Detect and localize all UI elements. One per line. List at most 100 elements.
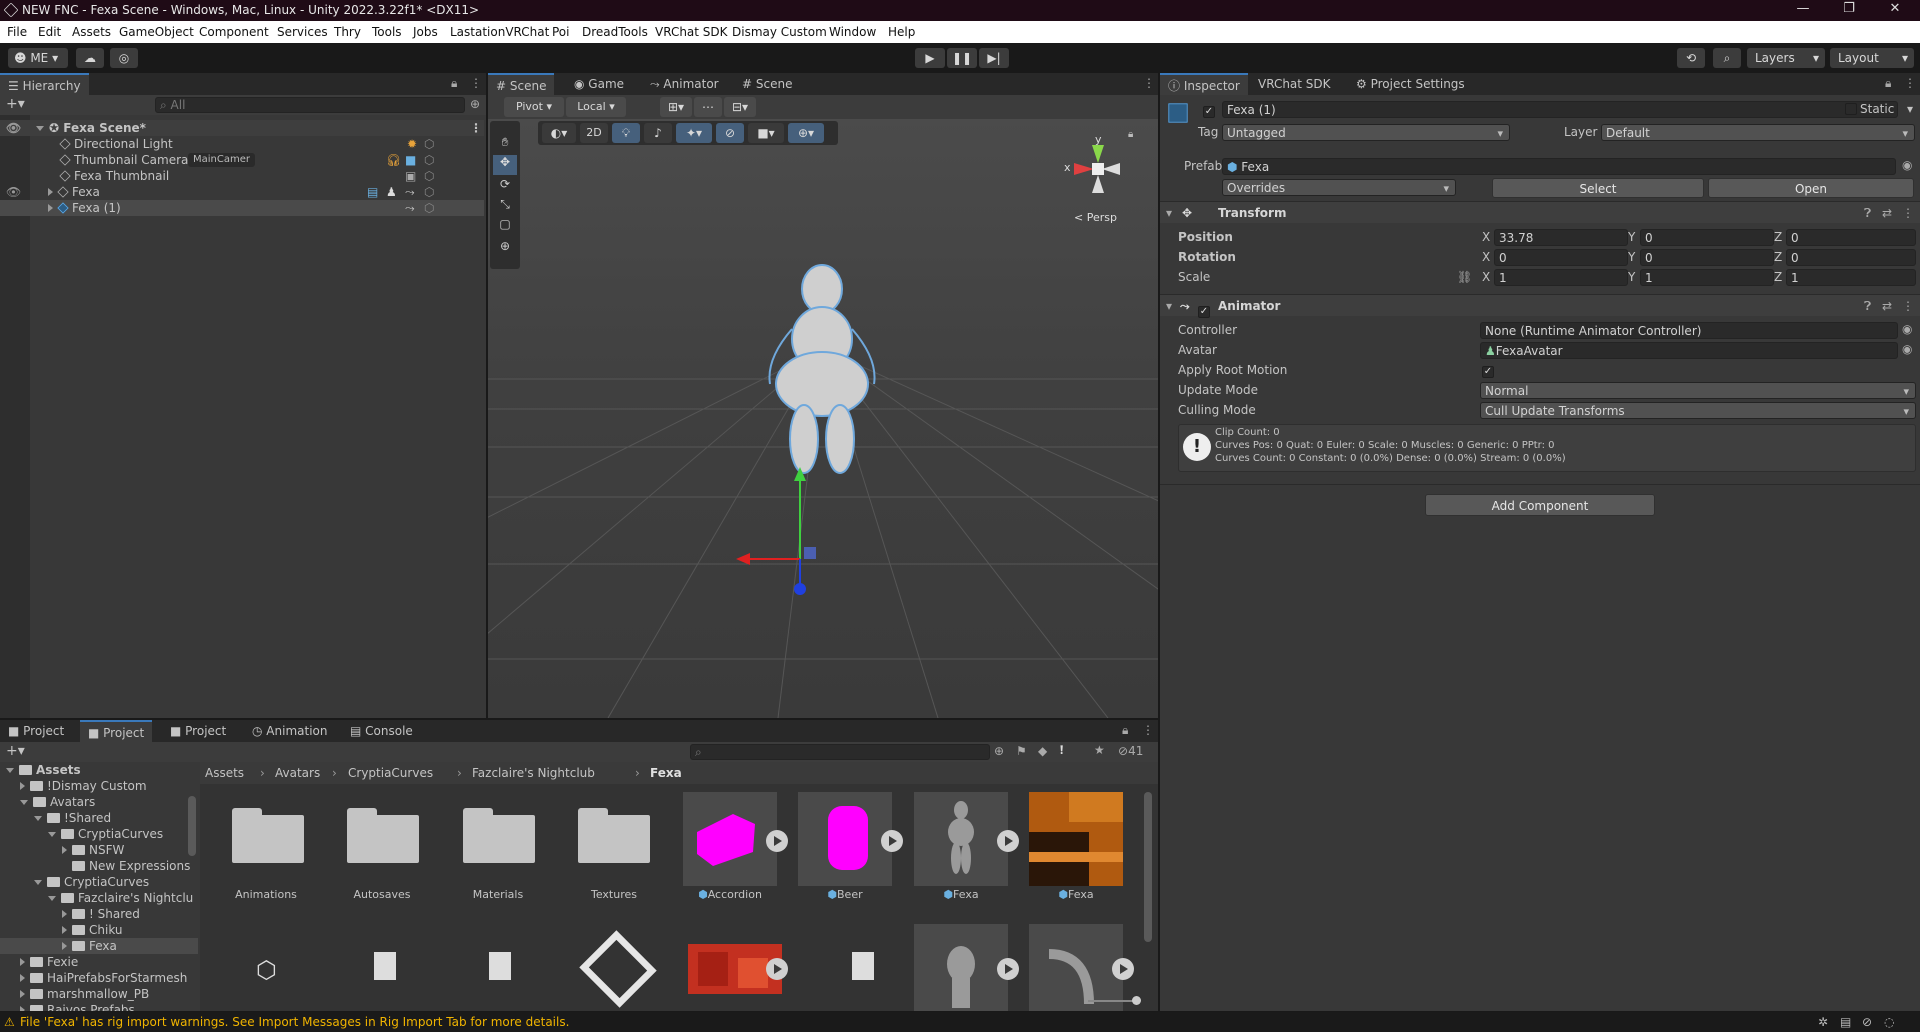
transform-tool-icon[interactable]: ⊕ [495, 239, 515, 257]
accordion-thumbnail[interactable] [683, 792, 777, 886]
pause-button[interactable]: ❚❚ [947, 48, 977, 68]
tree-item[interactable]: ! Shared [62, 906, 140, 922]
tree-item[interactable]: New Expressions [72, 858, 190, 874]
expand-arrow-icon[interactable] [62, 910, 67, 918]
layers-dropdown[interactable]: Layers ▾ [1747, 48, 1825, 68]
hand-tool-icon[interactable]: ✋︎ [495, 135, 515, 153]
tree-item[interactable]: HaiPrefabsForStarmesh [20, 970, 187, 986]
tree-item[interactable]: NSFW [62, 842, 124, 858]
tab-animator[interactable]: ⤳ Animator [642, 73, 727, 95]
animator-enabled-checkbox[interactable]: ✓ [1198, 299, 1210, 321]
help-icon[interactable]: ❓︎ [1864, 202, 1871, 224]
visibility-eye-icon[interactable]: 👁︎ [6, 120, 21, 136]
collab-icon[interactable]: ◎ [110, 48, 138, 68]
expand-arrow-icon[interactable] [48, 896, 56, 901]
tree-item[interactable]: CryptiaCurves [48, 826, 163, 842]
help-icon[interactable]: ❓︎ [1864, 295, 1871, 317]
static-checkbox[interactable] [1845, 103, 1857, 115]
hidden-packages-toggle[interactable]: ⊘41 [1118, 744, 1143, 758]
tab-project-settings[interactable]: ⚙ Project Settings [1348, 73, 1473, 95]
play-button[interactable]: ▶ [915, 48, 945, 68]
tab-scene[interactable]: # Scene [488, 73, 555, 95]
fexa-texture-thumbnail[interactable] [1029, 792, 1123, 886]
panel-menu-icon[interactable]: ⋮ [1143, 76, 1155, 90]
move-gizmo[interactable] [728, 459, 848, 599]
expand-arrow-icon[interactable] [20, 974, 25, 982]
position-y-field[interactable]: 0 [1640, 229, 1774, 246]
scale-z-field[interactable]: 1 [1786, 269, 1916, 286]
breadcrumb-assets[interactable]: Assets [205, 762, 244, 784]
expand-prefab-icon[interactable] [881, 830, 903, 852]
unity-package-icon[interactable]: ⬡ [256, 956, 277, 984]
transform-header[interactable]: ▾ ✥ Transform ❓︎ ⇄ ⋮ [1160, 201, 1920, 223]
active-checkbox[interactable]: ✓ [1203, 103, 1215, 118]
importer-log-icon[interactable]: ❗︎ [1060, 743, 1063, 758]
position-x-field[interactable]: 33.78 [1494, 229, 1628, 246]
asset-grid-scrollbar[interactable] [1144, 792, 1152, 942]
step-button[interactable]: ▶| [979, 48, 1009, 68]
expand-prefab-icon[interactable] [766, 958, 788, 980]
presets-icon[interactable]: ⇄ [1882, 202, 1892, 224]
zoom-slider-thumb[interactable] [1132, 996, 1141, 1005]
scene-viewport[interactable]: y x < Persp 🔒︎ ✋︎ ✥ ⟳ ⤡ ▢ ⊕ ◐▾ 2D 💡︎ ♪ ✦… [488, 119, 1158, 718]
cloud-icon[interactable]: ☁ [76, 48, 104, 68]
prefab-open-button[interactable]: Open [1708, 178, 1914, 198]
animator-header[interactable]: ▾ ⤳ ✓ Animator ❓︎ ⇄ ⋮ [1160, 294, 1920, 318]
projection-label[interactable]: < Persp [1074, 211, 1117, 224]
expand-arrow-icon[interactable] [36, 126, 44, 131]
rotation-z-field[interactable]: 0 [1786, 249, 1916, 266]
lighting-toggle-icon[interactable]: 💡︎ [612, 123, 640, 143]
menu-dreadtools[interactable]: DreadTools [582, 25, 648, 39]
tree-item[interactable]: Chiku [62, 922, 123, 938]
expand-prefab-icon[interactable] [997, 958, 1019, 980]
menu-assets[interactable]: Assets [72, 25, 111, 39]
menu-window[interactable]: Window [829, 25, 876, 39]
project-search-input[interactable]: ⌕ [690, 744, 990, 760]
unity-scene-icon[interactable] [579, 930, 657, 1008]
minimize-icon[interactable]: — [1780, 1, 1826, 20]
lock-icon[interactable]: 🔒︎ [451, 76, 457, 91]
tree-item[interactable]: marshmallow_PB [20, 986, 149, 1002]
add-component-button[interactable]: Add Component [1425, 494, 1655, 516]
presets-icon[interactable]: ⇄ [1882, 295, 1892, 317]
expand-arrow-icon[interactable] [20, 1006, 25, 1011]
object-name-field[interactable]: Fexa (1) [1222, 101, 1898, 118]
account-dropdown[interactable]: ☻ ME ▾ [8, 48, 68, 68]
hierarchy-item[interactable]: 👁︎ Fexa ▤ ♟ ⤳ ⬡ [0, 184, 484, 200]
move-tool-icon[interactable]: ✥ [493, 155, 517, 175]
breadcrumb-cryptiacurves[interactable]: CryptiaCurves [348, 762, 433, 784]
effects-toggle-icon[interactable]: ✦▾ [676, 123, 712, 143]
rect-tool-icon[interactable]: ▢ [495, 217, 515, 235]
foldout-arrow-icon[interactable]: ▾ [1166, 295, 1172, 317]
mesh-thumbnail[interactable] [1029, 924, 1123, 1011]
close-icon[interactable]: ✕ [1872, 1, 1918, 20]
file-document-icon[interactable] [852, 952, 874, 980]
beer-thumbnail[interactable] [798, 792, 892, 886]
folder-icon[interactable] [463, 808, 535, 863]
hierarchy-item[interactable]: Fexa Thumbnail ▣ ⬡ [0, 168, 484, 184]
expand-arrow-icon[interactable] [20, 958, 25, 966]
hierarchy-item[interactable]: Directional Light ✹ ⬡ [0, 136, 484, 152]
panel-menu-icon[interactable]: ⋮ [1142, 723, 1154, 737]
expand-arrow-icon[interactable] [62, 846, 67, 854]
progress-icon[interactable]: ▤ [1840, 1012, 1851, 1032]
scene-visibility-icon[interactable]: ⊘ [716, 123, 744, 143]
increment-snap-icon[interactable]: ⋯ [694, 97, 722, 117]
local-dropdown[interactable]: Local ▾ [566, 97, 626, 117]
notification-icon[interactable]: ◌ [1884, 1012, 1894, 1032]
status-bar[interactable]: ⚠ File 'Fexa' has rig import warnings. S… [0, 1012, 1920, 1032]
lock-icon[interactable]: 🔒︎ [1885, 76, 1891, 91]
gizmos-toggle-icon[interactable]: ⊕▾ [788, 123, 824, 143]
update-mode-dropdown[interactable]: Normal [1480, 382, 1916, 400]
tree-item[interactable]: Fazclaire's Nightclu [48, 890, 193, 906]
expand-arrow-icon[interactable] [20, 990, 25, 998]
status-message[interactable]: File 'Fexa' has rig import warnings. See… [20, 1012, 569, 1032]
scale-x-field[interactable]: 1 [1494, 269, 1628, 286]
maximize-icon[interactable]: ❐ [1826, 1, 1872, 20]
overrides-dropdown[interactable]: Overrides [1222, 179, 1456, 197]
pivot-dropdown[interactable]: Pivot ▾ [504, 97, 564, 117]
menu-help[interactable]: Help [888, 25, 915, 39]
layout-dropdown[interactable]: Layout ▾ [1830, 48, 1914, 68]
folder-icon[interactable] [232, 808, 304, 863]
expand-arrow-icon[interactable] [62, 926, 67, 934]
